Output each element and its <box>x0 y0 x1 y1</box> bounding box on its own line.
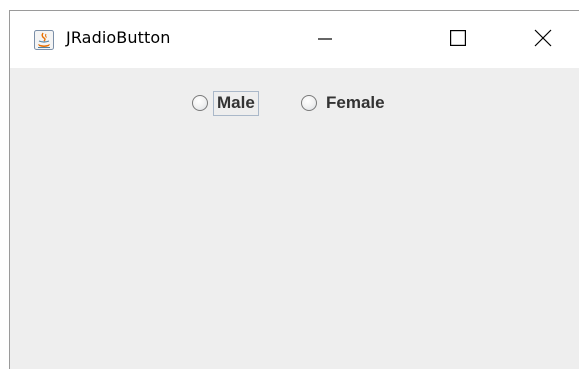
radio-circle-icon[interactable] <box>301 95 317 111</box>
minimize-icon <box>318 30 332 49</box>
maximize-icon <box>450 29 467 50</box>
radio-male[interactable]: Male <box>192 90 259 116</box>
radio-female[interactable]: Female <box>301 90 389 116</box>
minimize-button[interactable] <box>302 11 348 68</box>
radio-male-label[interactable]: Male <box>213 90 259 116</box>
close-button[interactable] <box>520 11 566 68</box>
content-pane: Male Female <box>10 68 579 369</box>
close-icon <box>534 29 552 51</box>
radio-circle-icon[interactable] <box>192 95 208 111</box>
title-bar[interactable]: JRadioButton <box>10 11 579 68</box>
window-title: JRadioButton <box>66 28 171 47</box>
radio-female-label[interactable]: Female <box>322 91 389 116</box>
java-coffee-icon <box>34 30 54 50</box>
maximize-button[interactable] <box>435 11 481 68</box>
app-window: JRadioButton Male Female <box>9 10 579 369</box>
